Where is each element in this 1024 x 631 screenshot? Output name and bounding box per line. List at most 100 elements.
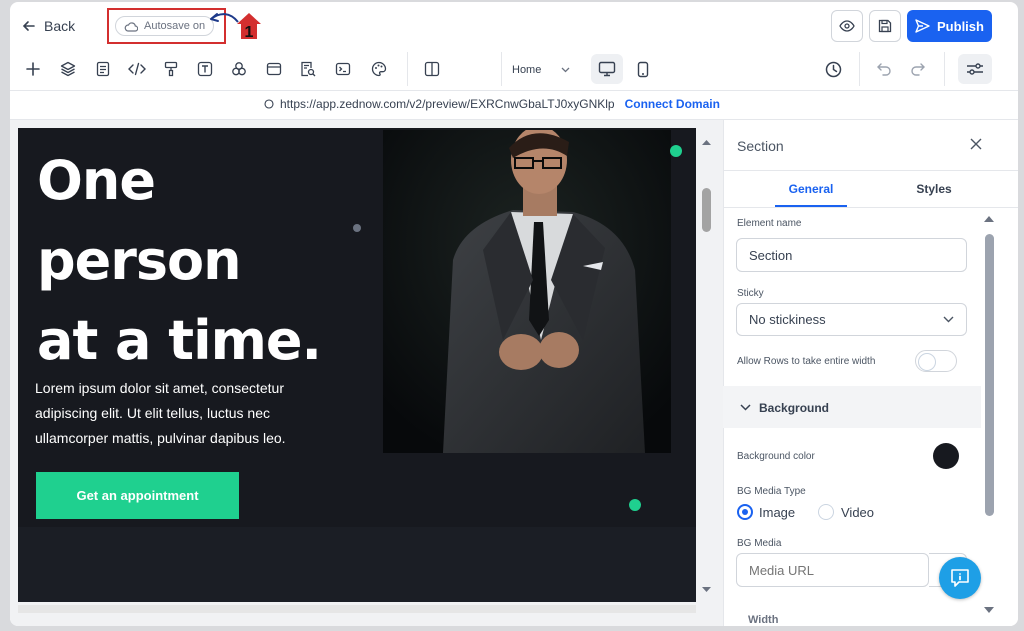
- annotation-arrow-icon: [210, 13, 239, 23]
- canvas-scroll-thumb[interactable]: [702, 188, 711, 232]
- settings-button[interactable]: [958, 54, 992, 84]
- bg-media-type-label: BG Media Type: [737, 486, 806, 497]
- layers-icon: [60, 61, 76, 77]
- version-history-button[interactable]: [820, 56, 846, 82]
- panel-scroll-thumb[interactable]: [985, 234, 994, 516]
- page-select[interactable]: Home: [506, 60, 576, 80]
- redo-button[interactable]: [905, 56, 931, 82]
- hero-headline[interactable]: One person at a time.: [37, 141, 377, 381]
- autosave-label: Autosave on: [144, 20, 206, 32]
- properties-panel: [723, 120, 1018, 626]
- publish-button[interactable]: Publish: [907, 10, 992, 42]
- terminal-icon: [335, 62, 351, 76]
- width-heading: Width: [748, 614, 779, 626]
- pages-button[interactable]: [90, 56, 116, 82]
- sticky-select[interactable]: No stickiness: [736, 303, 967, 336]
- mobile-view-button[interactable]: [631, 54, 655, 84]
- color-palette-button[interactable]: [366, 56, 392, 82]
- chat-info-icon: [951, 569, 969, 587]
- send-icon: [915, 19, 930, 33]
- panel-scroll-up-icon[interactable]: [982, 214, 996, 224]
- scroll-down-arrow-icon: [702, 587, 711, 592]
- rows-width-label: Allow Rows to take entire width: [737, 356, 876, 367]
- bg-color-label: Background color: [737, 451, 815, 462]
- floppy-disk-icon: [878, 19, 892, 33]
- add-element-button[interactable]: [20, 56, 46, 82]
- plus-icon: [26, 62, 40, 76]
- elements-button[interactable]: [226, 56, 252, 82]
- element-name-label: Element name: [737, 218, 802, 229]
- desktop-view-button[interactable]: [591, 54, 623, 84]
- split-view-button[interactable]: [419, 56, 445, 82]
- chevron-down-icon: [943, 316, 954, 323]
- clock-icon: [825, 61, 841, 77]
- preview-url[interactable]: https://app.zednow.com/v2/preview/EXRCnw…: [280, 97, 615, 111]
- tabs-bottom-border: [723, 207, 1018, 208]
- element-name-input[interactable]: Section: [736, 238, 967, 272]
- shapes-icon: [232, 62, 246, 76]
- undo-button[interactable]: [871, 56, 897, 82]
- sections-button[interactable]: [261, 56, 287, 82]
- annotation-number: 1: [244, 24, 254, 41]
- chevron-down-icon: [561, 67, 570, 73]
- sticky-select-value: No stickiness: [749, 312, 826, 327]
- text-button[interactable]: [192, 56, 218, 82]
- rows-width-toggle[interactable]: [915, 350, 957, 372]
- global-styles-button[interactable]: [158, 56, 184, 82]
- browser-icon: [266, 62, 282, 76]
- arrow-left-icon: [22, 21, 35, 31]
- bg-media-label: BG Media: [737, 538, 782, 549]
- back-button[interactable]: Back: [22, 16, 75, 36]
- panel-scroll-down-icon[interactable]: [982, 605, 996, 615]
- page-icon: [96, 61, 110, 77]
- video-radio-label[interactable]: Video: [841, 505, 874, 520]
- custom-code-button[interactable]: [124, 56, 150, 82]
- palette-icon: [371, 61, 387, 77]
- seo-button[interactable]: [295, 56, 321, 82]
- decor-dot: [629, 499, 641, 511]
- image-radio-label[interactable]: Image: [759, 505, 795, 520]
- connect-domain-link[interactable]: Connect Domain: [625, 97, 720, 111]
- autosave-badge: Autosave on: [115, 16, 215, 36]
- close-panel-button[interactable]: [968, 136, 984, 152]
- toolbar-bottom-border: [10, 90, 1018, 91]
- bg-color-swatch[interactable]: [933, 443, 959, 469]
- tracking-code-button[interactable]: [330, 56, 356, 82]
- toolbar-divider: [501, 52, 502, 86]
- image-radio[interactable]: [737, 504, 753, 520]
- preview-button[interactable]: [831, 10, 863, 42]
- page-select-value: Home: [512, 64, 542, 76]
- chevron-down-icon: [740, 404, 751, 411]
- close-icon: [970, 138, 982, 150]
- paint-roller-icon: [164, 61, 178, 77]
- sticky-label: Sticky: [737, 288, 764, 299]
- help-chat-button[interactable]: [939, 557, 981, 599]
- businessman-photo-image: [383, 130, 671, 453]
- eye-icon: [839, 20, 855, 32]
- back-label: Back: [44, 18, 76, 34]
- width-section-header[interactable]: Width: [730, 614, 778, 626]
- panel-title: Section: [737, 138, 784, 154]
- background-heading: Background: [759, 401, 830, 415]
- sliders-icon: [967, 63, 983, 75]
- decor-dot: [353, 224, 361, 232]
- redo-icon: [911, 63, 925, 76]
- text-icon: [197, 61, 213, 77]
- hero-photo[interactable]: [383, 130, 671, 453]
- canvas-horizontal-scrollbar[interactable]: [18, 605, 696, 613]
- tab-styles[interactable]: Styles: [904, 182, 964, 196]
- tab-general[interactable]: General: [774, 182, 848, 196]
- hero-body-text[interactable]: Lorem ipsum dolor sit amet, consectetur …: [35, 376, 335, 451]
- media-url-input[interactable]: [736, 553, 929, 587]
- search-document-icon: [301, 61, 316, 77]
- layers-button[interactable]: [55, 56, 81, 82]
- get-appointment-button[interactable]: Get an appointment: [36, 472, 239, 519]
- publish-label: Publish: [937, 18, 984, 34]
- headline-line: person: [37, 229, 242, 292]
- video-radio[interactable]: [818, 504, 834, 520]
- save-button[interactable]: [869, 10, 901, 42]
- background-section-header[interactable]: Background: [723, 386, 981, 428]
- monitor-icon: [598, 61, 616, 77]
- hero-bottom-band: [18, 527, 696, 602]
- headline-line: at a time.: [37, 309, 322, 372]
